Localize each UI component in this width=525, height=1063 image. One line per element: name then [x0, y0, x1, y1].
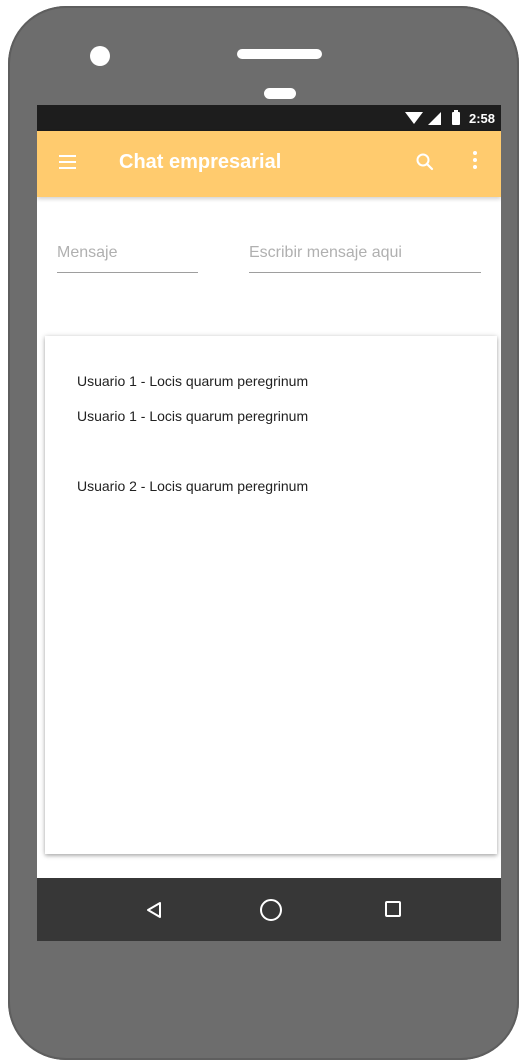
wifi-icon: [404, 112, 423, 124]
phone-screen: 2:58 Chat empresarial Usuario 1 - Locis …: [37, 105, 501, 941]
battery-icon: [451, 109, 460, 125]
home-icon[interactable]: [260, 899, 282, 921]
proximity-sensor: [264, 88, 296, 99]
status-time: 2:58: [468, 110, 495, 126]
menu-icon[interactable]: [59, 155, 76, 169]
earpiece-speaker: [237, 49, 322, 59]
app-title: Chat empresarial: [119, 151, 282, 173]
chat-message: Usuario 1 - Locis quarum peregrinum: [77, 408, 309, 424]
search-icon[interactable]: [415, 152, 435, 172]
message-input[interactable]: [249, 238, 481, 262]
chat-panel: Usuario 1 - Locis quarum peregrinum Usua…: [45, 336, 497, 854]
message-field[interactable]: [249, 238, 481, 273]
mensaje-field[interactable]: [57, 238, 198, 273]
front-camera: [90, 46, 110, 66]
status-bar: 2:58: [37, 105, 501, 131]
recent-apps-icon[interactable]: [385, 901, 401, 917]
more-vert-icon[interactable]: [471, 151, 479, 173]
back-icon[interactable]: [144, 900, 164, 920]
signal-icon: [427, 111, 441, 125]
chat-message: Usuario 1 - Locis quarum peregrinum: [77, 373, 309, 389]
app-bar: Chat empresarial: [37, 131, 501, 197]
status-icons: 2:58: [404, 105, 495, 131]
navigation-bar: [37, 878, 501, 941]
mensaje-input[interactable]: [57, 238, 198, 262]
chat-message: Usuario 2 - Locis quarum peregrinum: [77, 478, 309, 494]
